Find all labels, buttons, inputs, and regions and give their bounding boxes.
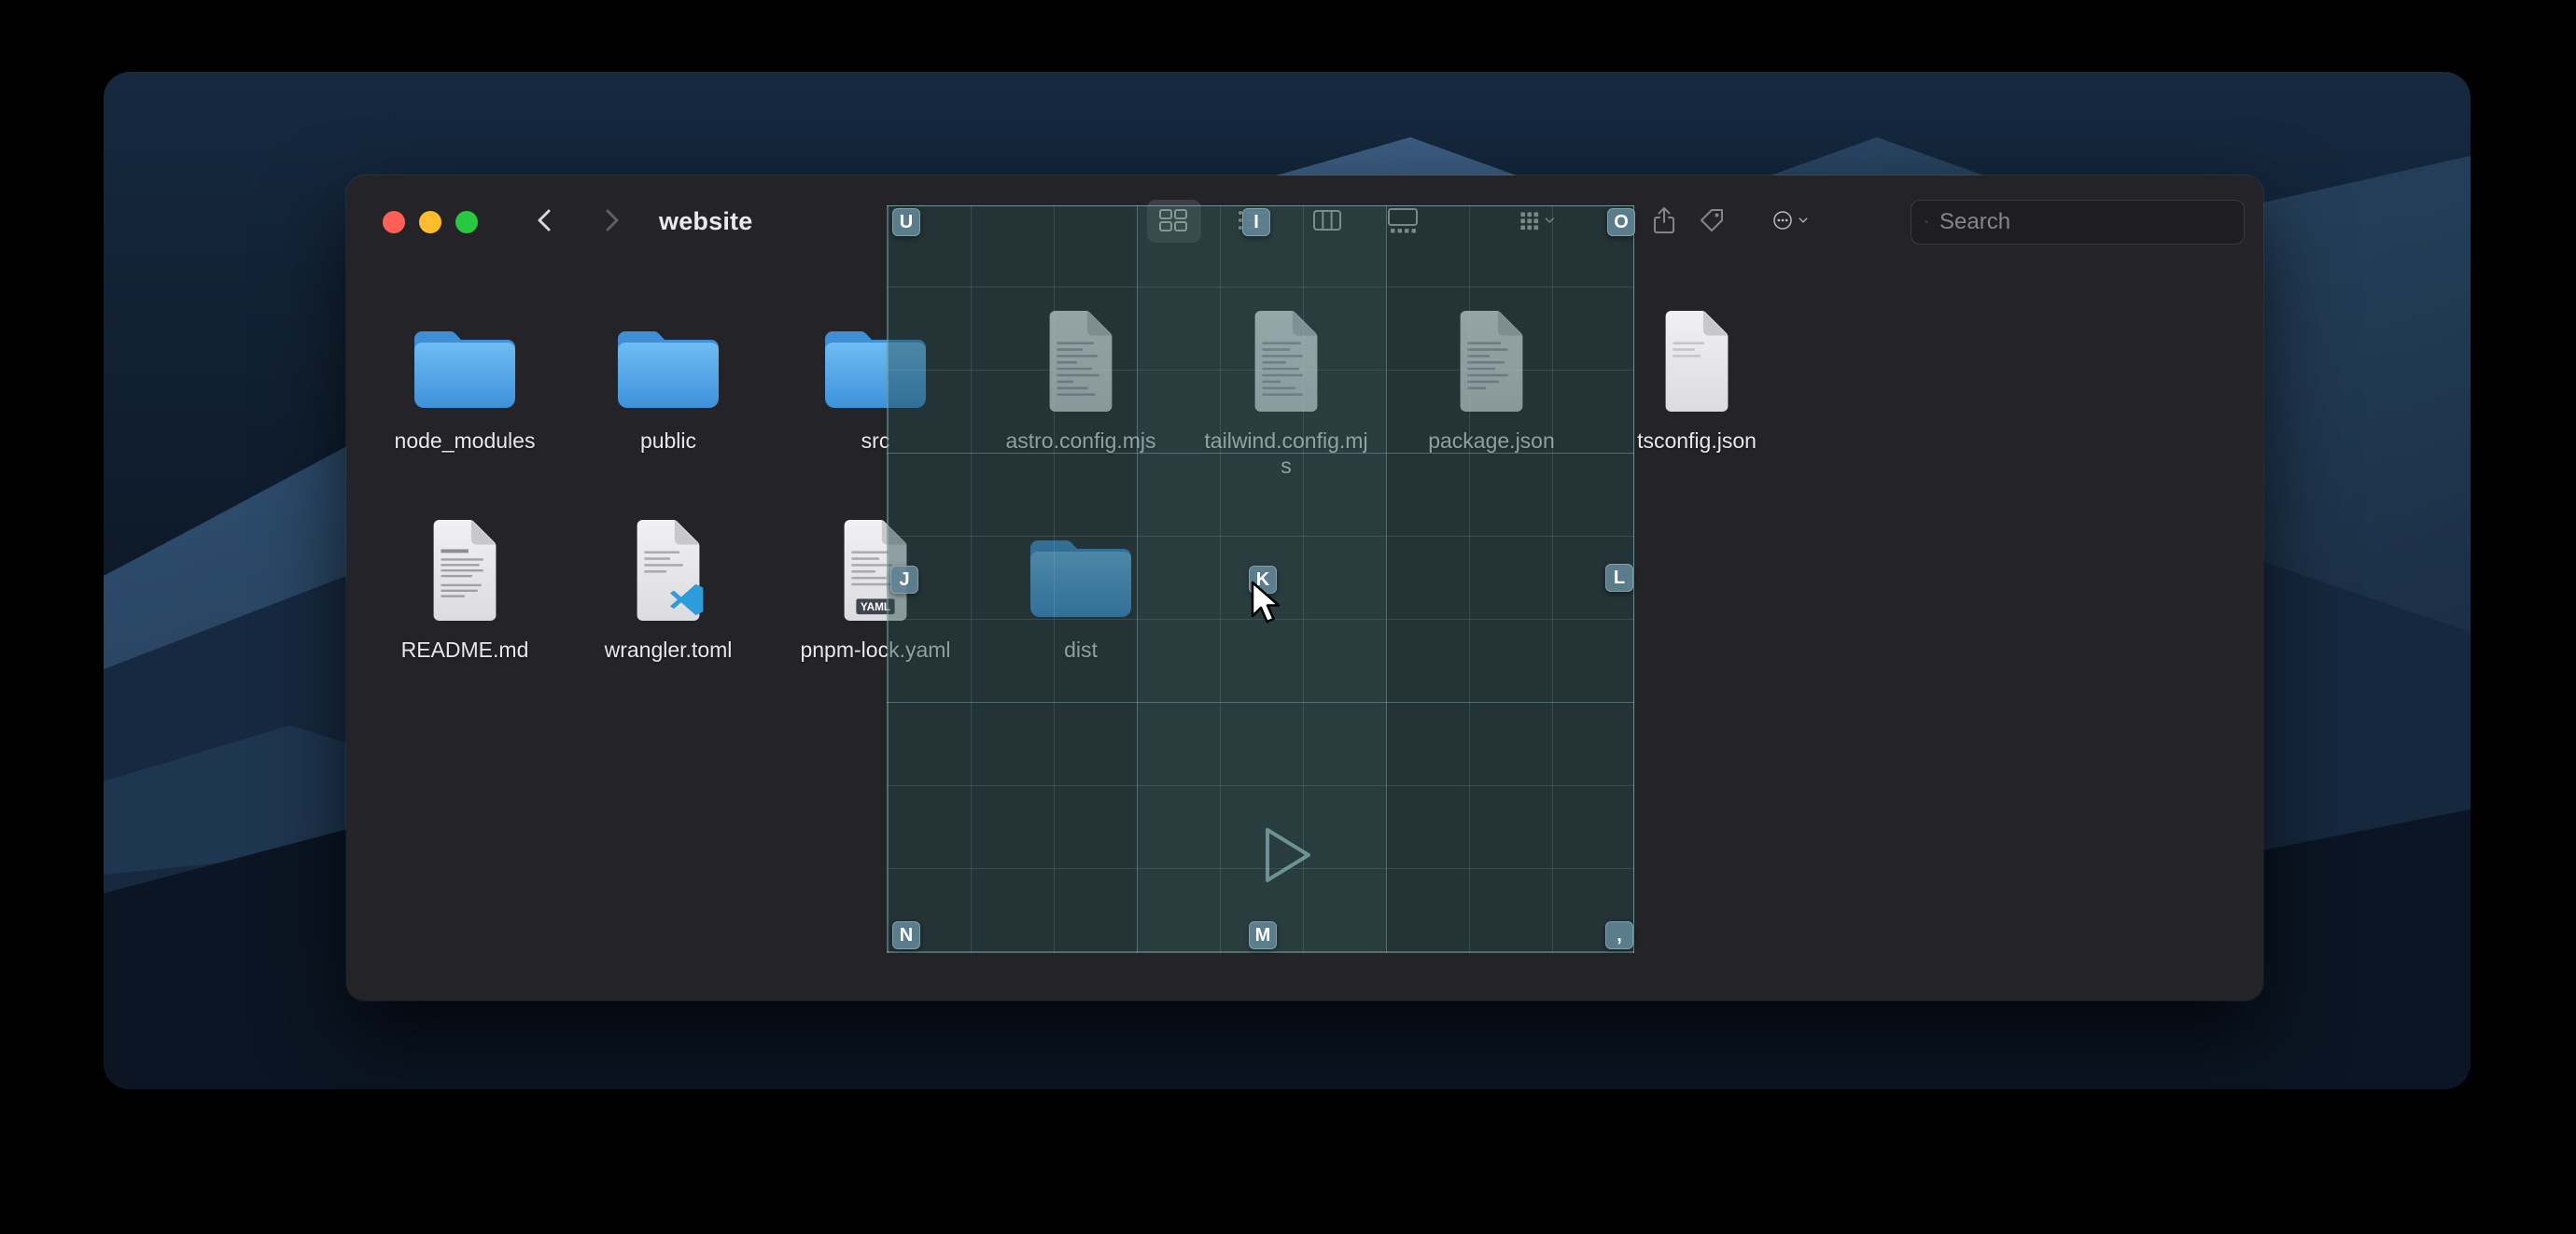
document-icon <box>1658 311 1736 414</box>
more-actions-button[interactable] <box>1771 203 1809 237</box>
grid-label-n: N <box>892 921 920 949</box>
file-readme[interactable]: README.md <box>371 520 558 663</box>
file-label: src <box>861 428 890 454</box>
tag-icon <box>1698 206 1726 234</box>
folder-icon <box>612 311 724 414</box>
mouse-cursor <box>1249 581 1290 632</box>
file-label: README.md <box>401 638 529 663</box>
zoom-button[interactable] <box>455 211 478 233</box>
play-icon <box>1254 822 1320 888</box>
homerow-grid-overlay: U I O J K L N M , <box>887 205 1634 953</box>
chevron-left-icon <box>531 206 559 234</box>
file-node-modules[interactable]: node_modules <box>371 311 558 454</box>
back-button[interactable] <box>528 203 562 237</box>
grid-label-comma: , <box>1605 921 1633 949</box>
minimize-button[interactable] <box>419 211 441 233</box>
folder-icon <box>409 311 521 414</box>
grid-label-j: J <box>890 566 918 594</box>
chevron-right-icon <box>597 206 625 234</box>
search-input[interactable] <box>1938 208 2231 236</box>
search-icon <box>1925 211 1928 233</box>
file-label: wrangler.toml <box>605 638 733 663</box>
share-icon <box>1650 205 1678 235</box>
file-public[interactable]: public <box>575 311 762 454</box>
close-button[interactable] <box>383 211 405 233</box>
window-title: website <box>659 207 752 236</box>
file-label: tsconfig.json <box>1637 428 1757 454</box>
tags-button[interactable] <box>1693 203 1730 237</box>
document-icon <box>629 520 707 623</box>
grid-label-i: I <box>1242 208 1270 236</box>
grid-label-u: U <box>892 208 920 236</box>
file-label: node_modules <box>395 428 536 454</box>
chevron-down-icon <box>1798 215 1809 226</box>
file-wrangler-toml[interactable]: wrangler.toml <box>575 520 762 663</box>
document-icon <box>426 520 504 623</box>
grid-label-o: O <box>1607 208 1635 236</box>
file-label: public <box>640 428 696 454</box>
search-field[interactable] <box>1911 200 2245 245</box>
share-button[interactable] <box>1645 203 1683 237</box>
grid-label-l: L <box>1605 564 1633 592</box>
ellipsis-circle-icon <box>1771 205 1794 235</box>
forward-button[interactable] <box>595 203 628 237</box>
grid-label-m: M <box>1249 921 1277 949</box>
